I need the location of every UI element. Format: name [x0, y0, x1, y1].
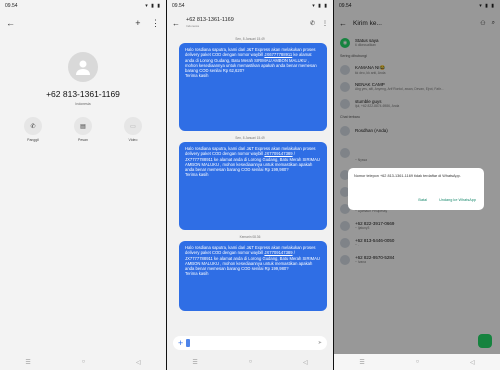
- waybill-link[interactable]: JX7709147389: [264, 250, 292, 255]
- home-icon[interactable]: ○: [82, 359, 86, 365]
- message-date: Sen, 8 Januari 15.49: [235, 37, 265, 41]
- recent-apps-icon[interactable]: ☰: [192, 359, 197, 366]
- back-icon[interactable]: ◁: [136, 359, 141, 366]
- whatsapp-share-panel: 09.54 ▾ ▮ ▮ ← Kirim ke... ⚇ ⌕ ◉ Status s…: [334, 0, 500, 370]
- more-icon[interactable]: ⋮: [322, 20, 328, 27]
- home-icon[interactable]: ○: [416, 359, 420, 365]
- phone-icon: ✆: [24, 117, 42, 135]
- message-bubble[interactable]: Halo rosdiana saputra, kami dari J&T Exp…: [179, 241, 327, 311]
- invite-button[interactable]: Undang ke WhatsApp: [439, 198, 476, 202]
- contact-actions: ✆ Panggil ▤ Pesan ▭ Video: [0, 117, 166, 142]
- message-closing: Terima kasih: [185, 73, 209, 79]
- message-bubble[interactable]: Halo rosdiana saputra, kami dari J&T Exp…: [179, 43, 327, 131]
- status-icons: ▾ ▮ ▮: [145, 3, 161, 9]
- contact-panel: 09.54 ▾ ▮ ▮ ← + ⋮ +62 813-1361-1169 Indo…: [0, 0, 166, 370]
- status-bar: 09.54 ▾ ▮ ▮: [167, 0, 333, 12]
- nav-bar: ☰ ○ ◁: [167, 354, 333, 370]
- recent-apps-icon[interactable]: ☰: [25, 359, 30, 366]
- thread-title: +62 813-1361-1169 Indonesia: [186, 17, 303, 29]
- contact-number: +62 813-1361-1169: [46, 89, 120, 99]
- sms-thread-panel: 09.54 ▾ ▮ ▮ ← +62 813-1361-1169 Indonesi…: [167, 0, 333, 370]
- cancel-button[interactable]: Batal: [418, 198, 427, 202]
- person-icon: [76, 60, 90, 75]
- recent-apps-icon[interactable]: ☰: [359, 359, 364, 366]
- message-date: Kemarin 08.36: [239, 235, 261, 239]
- thread-toolbar: ← +62 813-1361-1169 Indonesia ✆ ⋮: [167, 12, 333, 34]
- call-label: Panggil: [27, 138, 39, 142]
- video-button[interactable]: ▭ Video: [124, 117, 142, 142]
- message-composer[interactable]: + ➤: [173, 336, 327, 350]
- status-time: 09.54: [172, 3, 185, 9]
- call-button[interactable]: ✆ Panggil: [24, 117, 42, 142]
- home-icon[interactable]: ○: [249, 359, 253, 365]
- message-button[interactable]: ▤ Pesan: [74, 117, 92, 142]
- status-icons: ▾ ▮ ▮: [312, 3, 328, 9]
- thread-title-text: +62 813-1361-1169: [186, 17, 234, 23]
- message-text: Halo rosdiana saputra, kami dari J&T Exp…: [185, 245, 316, 256]
- more-icon[interactable]: ⋮: [151, 18, 160, 28]
- message-date: Sen, 8 Januari 15.49: [235, 136, 265, 140]
- back-arrow-icon[interactable]: ←: [6, 18, 15, 28]
- dialog-text: Nomor telepon +62 813-1361-1169 tidak te…: [354, 174, 461, 178]
- video-icon: ▭: [124, 117, 142, 135]
- message-icon: ▤: [74, 117, 92, 135]
- message-bubble[interactable]: Halo rosdiana saputra, kami dari J&T Exp…: [179, 142, 327, 230]
- message-input[interactable]: [186, 339, 191, 347]
- waybill-link[interactable]: JX6777788911: [264, 52, 292, 57]
- video-label: Video: [128, 138, 138, 142]
- back-arrow-icon[interactable]: ←: [172, 19, 180, 28]
- contact-country: Indonesia: [75, 102, 91, 106]
- not-registered-dialog: Nomor telepon +62 813-1361-1169 tidak te…: [348, 168, 484, 210]
- status-time: 09.54: [5, 3, 18, 9]
- message-text: Halo rosdiana saputra, kami dari J&T Exp…: [185, 146, 316, 157]
- back-icon[interactable]: ◁: [303, 359, 308, 366]
- thread-subtitle: Indonesia: [186, 24, 200, 28]
- contact-toolbar: ← + ⋮: [0, 12, 166, 34]
- send-icon[interactable]: ➤: [318, 340, 322, 346]
- add-attachment-icon[interactable]: +: [178, 338, 183, 348]
- nav-bar: ☰ ○ ◁: [0, 354, 166, 370]
- call-icon[interactable]: ✆: [310, 20, 315, 27]
- message-label: Pesan: [78, 138, 88, 142]
- message-closing: Terima kasih: [185, 271, 209, 277]
- status-bar: 09.54 ▾ ▮ ▮: [0, 0, 166, 12]
- add-icon[interactable]: +: [135, 18, 140, 28]
- avatar: [68, 52, 98, 82]
- back-icon[interactable]: ◁: [470, 359, 475, 366]
- nav-bar: ☰ ○ ◁: [334, 354, 500, 370]
- waybill-link[interactable]: JX7709147389: [264, 151, 292, 156]
- message-closing: Terima kasih: [185, 172, 209, 178]
